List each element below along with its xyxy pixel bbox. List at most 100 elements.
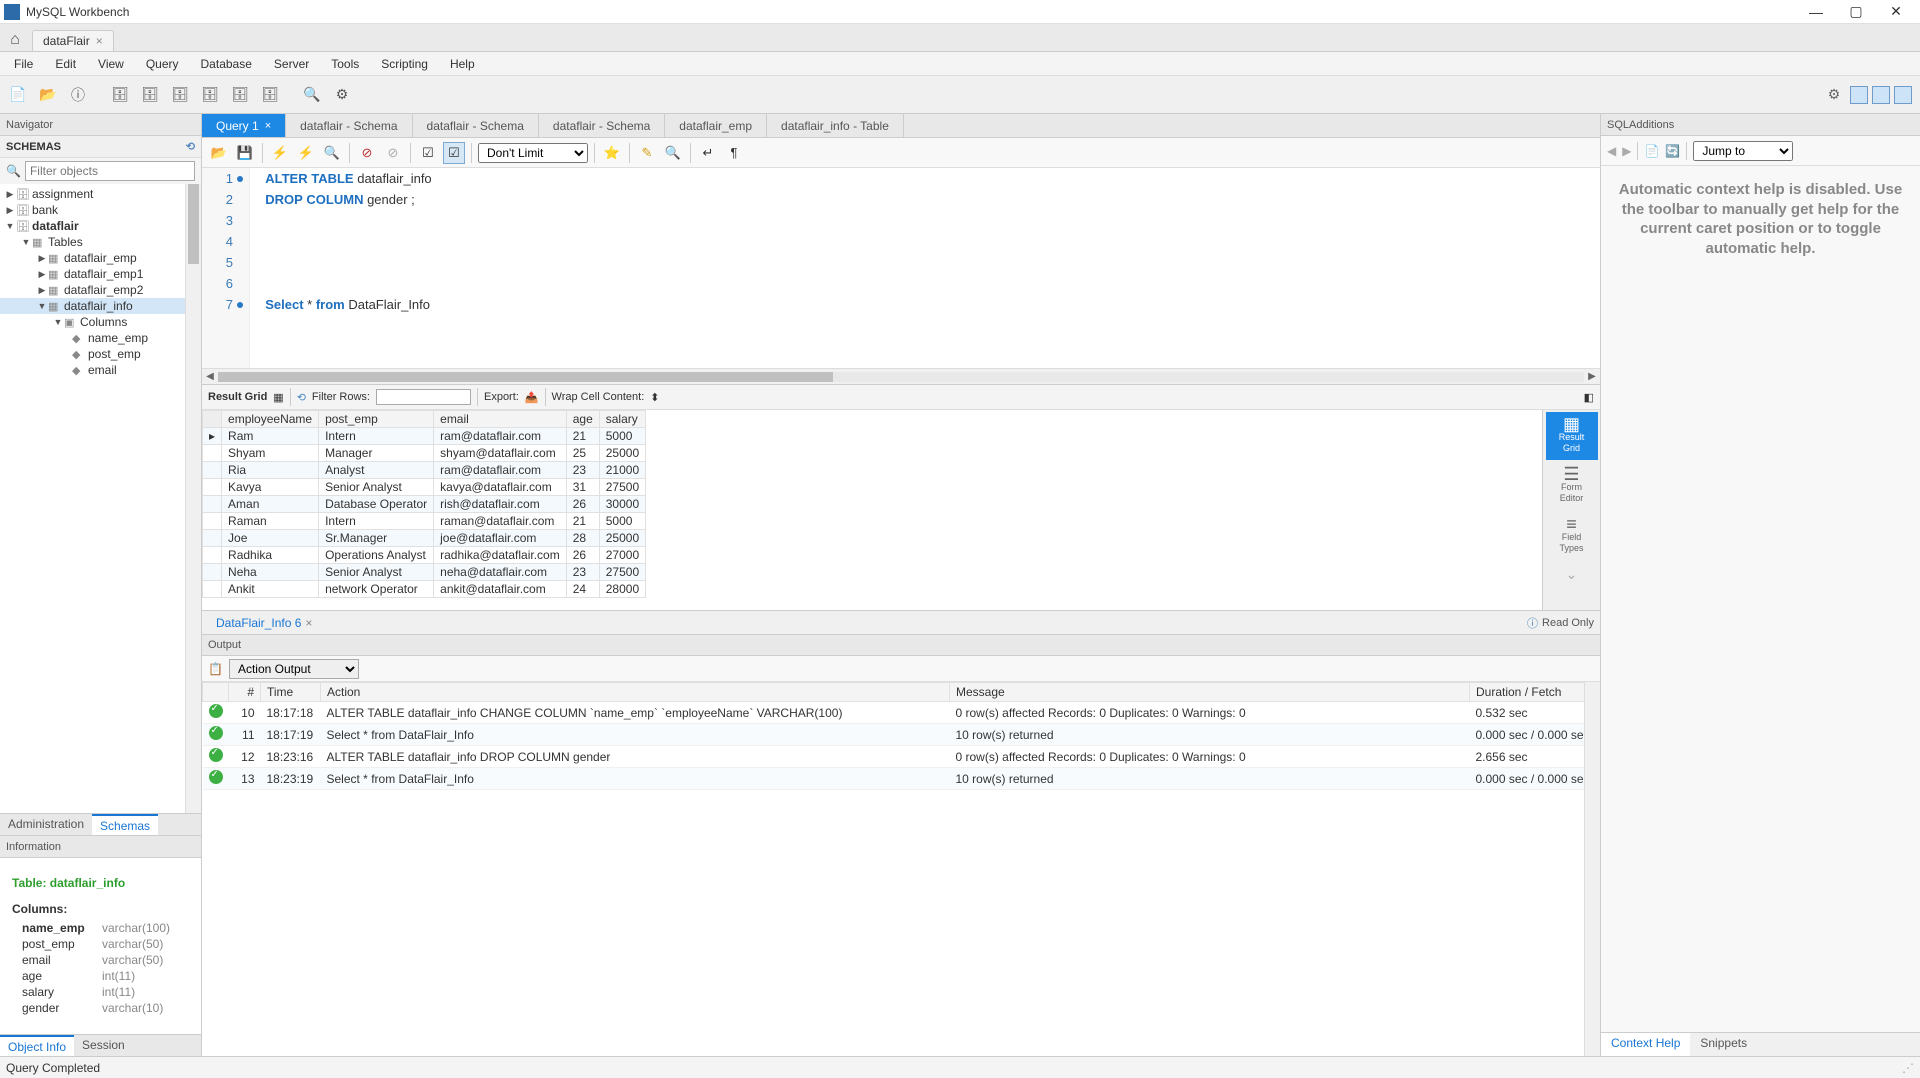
filter-rows-input[interactable] (376, 389, 471, 405)
query-tab-2[interactable]: dataflair - Schema (286, 114, 412, 137)
wrap-cell-icon[interactable]: ⬍ (650, 391, 659, 404)
close-button[interactable]: ✕ (1876, 3, 1916, 20)
tab-object-info[interactable]: Object Info (0, 1035, 74, 1056)
table-row[interactable]: Ankitnetwork Operatorankit@dataflair.com… (203, 581, 646, 598)
refresh-icon[interactable]: ⟲ (297, 391, 306, 404)
menu-help[interactable]: Help (440, 54, 485, 74)
query-tab-3[interactable]: dataflair - Schema (413, 114, 539, 137)
query-tab-6[interactable]: dataflair_info - Table (767, 114, 904, 137)
output-row[interactable]: 1318:23:19Select * from DataFlair_Info10… (203, 768, 1600, 790)
explain-icon[interactable]: 🔍 (321, 142, 343, 164)
tab-administration[interactable]: Administration (0, 814, 92, 835)
open-sql-icon[interactable]: 📂 (36, 83, 60, 107)
tab-session[interactable]: Session (74, 1035, 133, 1056)
table-row[interactable]: ▸RamInternram@dataflair.com215000 (203, 428, 646, 445)
wrap-icon[interactable]: ↵ (697, 142, 719, 164)
form-editor-button[interactable]: ☰Form Editor (1546, 462, 1598, 510)
table-row[interactable]: KavyaSenior Analystkavya@dataflair.com31… (203, 479, 646, 496)
close-icon[interactable]: × (96, 34, 103, 48)
db-icon-6[interactable]: 🗄 (258, 83, 282, 107)
connection-tab[interactable]: dataFlair × (32, 30, 114, 51)
back-icon[interactable]: ◀ (1607, 144, 1616, 158)
beautify-icon[interactable]: ✎ (636, 142, 658, 164)
resize-grip-icon[interactable]: ⋰ (1902, 1061, 1914, 1075)
output-row[interactable]: 1218:23:16ALTER TABLE dataflair_info DRO… (203, 746, 1600, 768)
result-grid[interactable]: employeeNamepost_empemailagesalary ▸RamI… (202, 410, 1542, 610)
close-icon[interactable]: × (265, 120, 271, 132)
find-icon[interactable]: 🔍 (662, 142, 684, 164)
menu-scripting[interactable]: Scripting (371, 54, 438, 74)
maximize-button[interactable]: ▢ (1836, 3, 1876, 20)
result-tab[interactable]: DataFlair_Info 6 × (208, 614, 320, 632)
save-icon[interactable]: 💾 (234, 142, 256, 164)
menu-file[interactable]: File (4, 54, 43, 74)
help-icon-2[interactable]: 🔄 (1665, 144, 1680, 158)
help-icon-1[interactable]: 📄 (1644, 144, 1659, 158)
limit-select[interactable]: Don't Limit (478, 143, 588, 163)
table-row[interactable]: RadhikaOperations Analystradhika@datafla… (203, 547, 646, 564)
layout-left-icon[interactable] (1850, 86, 1868, 104)
db-icon-7[interactable]: 🔍 (300, 83, 324, 107)
home-icon[interactable]: ⌂ (4, 29, 26, 51)
output-table[interactable]: # Time Action Message Duration / Fetch 1… (202, 682, 1600, 1056)
tree-scrollbar[interactable] (185, 184, 201, 813)
panel-toggle-icon[interactable]: ◧ (1584, 391, 1594, 404)
db-icon-1[interactable]: 🗄 (108, 83, 132, 107)
menu-server[interactable]: Server (264, 54, 319, 74)
table-row[interactable]: RiaAnalystram@dataflair.com2321000 (203, 462, 646, 479)
layout-bottom-icon[interactable] (1872, 86, 1890, 104)
commit-icon[interactable]: ☑ (417, 142, 439, 164)
db-icon-5[interactable]: 🗄 (228, 83, 252, 107)
filter-input[interactable] (25, 161, 195, 181)
refresh-icon[interactable]: ⟲ (186, 140, 195, 153)
star-icon[interactable]: ⭐ (601, 142, 623, 164)
table-row[interactable]: AmanDatabase Operatorrish@dataflair.com2… (203, 496, 646, 513)
close-icon[interactable]: × (305, 616, 312, 630)
editor-hscrollbar[interactable]: ◀▶ (202, 368, 1600, 384)
menu-tools[interactable]: Tools (321, 54, 369, 74)
query-tab-1[interactable]: Query 1× (202, 114, 286, 137)
layout-right-icon[interactable] (1894, 86, 1912, 104)
result-grid-button[interactable]: ▦Result Grid (1546, 412, 1598, 460)
open-file-icon[interactable]: 📂 (208, 142, 230, 164)
table-row[interactable]: NehaSenior Analystneha@dataflair.com2327… (203, 564, 646, 581)
db-icon-2[interactable]: 🗄 (138, 83, 162, 107)
menu-view[interactable]: View (88, 54, 134, 74)
settings-icon[interactable]: ⚙ (1822, 83, 1846, 107)
db-icon-4[interactable]: 🗄 (198, 83, 222, 107)
chevron-down-icon[interactable]: ⌄ (1566, 566, 1578, 583)
output-row[interactable]: 1018:17:18ALTER TABLE dataflair_info CHA… (203, 702, 1600, 724)
minimize-button[interactable]: — (1796, 4, 1836, 20)
stop-icon[interactable]: ⊘ (356, 142, 378, 164)
export-icon[interactable]: 📤 (525, 391, 539, 404)
field-types-button[interactable]: ≡Field Types (1546, 512, 1598, 560)
menu-database[interactable]: Database (191, 54, 262, 74)
table-row[interactable]: JoeSr.Managerjoe@dataflair.com2825000 (203, 530, 646, 547)
output-scrollbar[interactable] (1584, 682, 1600, 1056)
output-icon[interactable]: 📋 (208, 662, 223, 676)
menu-query[interactable]: Query (136, 54, 189, 74)
db-icon-3[interactable]: 🗄 (168, 83, 192, 107)
new-sql-tab-icon[interactable]: 📄 (6, 83, 30, 107)
grid-icon[interactable]: ▦ (273, 391, 283, 404)
autocommit-icon[interactable]: ☑ (443, 142, 465, 164)
table-row[interactable]: RamanInternraman@dataflair.com215000 (203, 513, 646, 530)
db-icon-8[interactable]: ⚙ (330, 83, 354, 107)
menu-edit[interactable]: Edit (45, 54, 86, 74)
execute-current-icon[interactable]: ⚡ (295, 142, 317, 164)
sql-editor[interactable]: 1234567 ALTER TABLE dataflair_info DROP … (202, 168, 1600, 368)
forward-icon[interactable]: ▶ (1622, 144, 1631, 158)
invisible-icon[interactable]: ¶ (723, 142, 745, 164)
tab-schemas[interactable]: Schemas (92, 814, 158, 835)
query-tab-4[interactable]: dataflair - Schema (539, 114, 665, 137)
inspector-icon[interactable]: ⓘ (66, 83, 90, 107)
cancel-icon[interactable]: ⊘ (382, 142, 404, 164)
table-row[interactable]: ShyamManagershyam@dataflair.com2525000 (203, 445, 646, 462)
output-row[interactable]: 1118:17:19Select * from DataFlair_Info10… (203, 724, 1600, 746)
execute-icon[interactable]: ⚡ (269, 142, 291, 164)
jump-to-select[interactable]: Jump to (1693, 141, 1793, 161)
output-type-select[interactable]: Action Output (229, 659, 359, 679)
query-tab-5[interactable]: dataflair_emp (665, 114, 767, 137)
schema-tree[interactable]: ▶🗄assignment ▶🗄bank ▼🗄dataflair ▼▦Tables… (0, 184, 201, 813)
tab-snippets[interactable]: Snippets (1690, 1033, 1757, 1056)
